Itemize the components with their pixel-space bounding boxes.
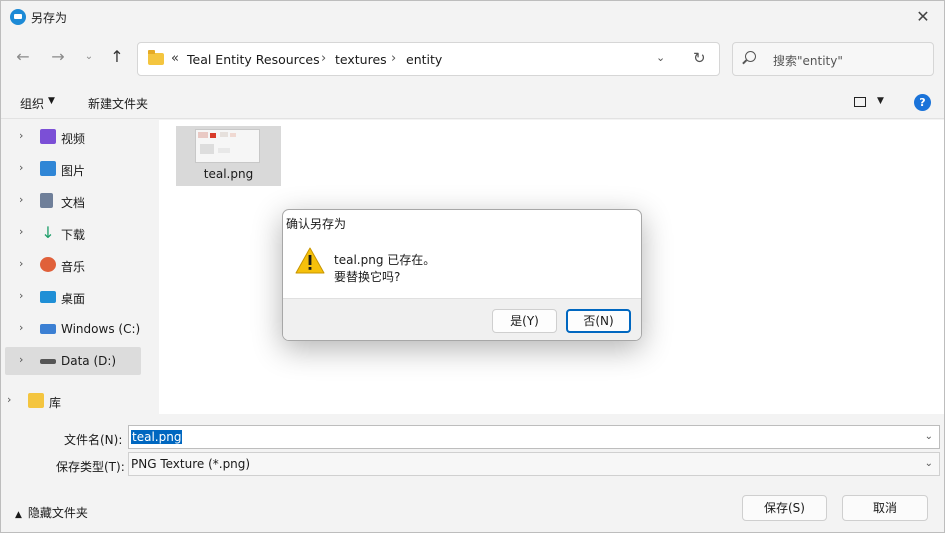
- breadcrumb-separator[interactable]: ›: [321, 51, 326, 66]
- sidebar-item-documents[interactable]: › 文档: [5, 187, 141, 215]
- chevron-right-icon[interactable]: ›: [19, 161, 23, 174]
- address-dropdown-icon[interactable]: ⌄: [656, 51, 665, 64]
- chevron-right-icon[interactable]: ›: [7, 393, 11, 406]
- dialog-button-bar: 是(Y) 否(N): [283, 298, 641, 340]
- music-icon: [40, 257, 56, 272]
- sidebar-item-videos[interactable]: › 视频: [5, 123, 141, 151]
- hide-folders-toggle[interactable]: ▲ 隐藏文件夹: [15, 504, 88, 521]
- chevron-right-icon[interactable]: ›: [19, 289, 23, 302]
- chevron-down-icon[interactable]: ⌄: [925, 458, 933, 469]
- file-item[interactable]: teal.png: [176, 126, 281, 186]
- window-title: 另存为: [31, 11, 68, 25]
- caret-down-icon: ▼: [48, 96, 55, 106]
- arrow-left-icon: ←: [16, 47, 30, 66]
- filetype-label: 保存类型(T):: [56, 460, 125, 474]
- breadcrumb-overflow[interactable]: «: [171, 51, 179, 66]
- cancel-button[interactable]: 取消: [842, 495, 928, 521]
- back-button[interactable]: ←: [11, 45, 35, 69]
- sidebar-item-label: 音乐: [61, 260, 86, 274]
- navigation-pane: › 视频 › 图片 › 文档 › ↓ 下载 › 音乐 › 桌面 › Window…: [1, 120, 157, 414]
- download-icon: ↓: [41, 223, 55, 242]
- desktop-icon: [40, 291, 56, 303]
- sidebar-item-pictures[interactable]: › 图片: [5, 155, 141, 183]
- navigation-bar: ← → ⌄ ↑ « Teal Entity Resources › textur…: [1, 33, 944, 85]
- arrow-up-icon: ↑: [110, 47, 124, 66]
- hide-folders-label: 隐藏文件夹: [27, 506, 88, 520]
- windows-drive-icon: [40, 324, 56, 334]
- recent-locations-button[interactable]: ⌄: [77, 45, 101, 69]
- sidebar-item-data-d[interactable]: › Data (D:): [5, 347, 141, 375]
- library-folder-icon: [28, 393, 44, 408]
- address-bar[interactable]: « Teal Entity Resources › textures › ent…: [137, 42, 720, 76]
- help-icon[interactable]: ?: [914, 94, 931, 111]
- breadcrumb-item[interactable]: entity: [406, 52, 442, 67]
- dialog-message: teal.png 已存在。: [334, 253, 436, 267]
- breadcrumb-separator[interactable]: ›: [391, 51, 396, 66]
- filename-label: 文件名(N):: [64, 433, 123, 447]
- sidebar-item-windows-c[interactable]: › Windows (C:): [5, 315, 141, 343]
- filename-field[interactable]: teal.png ⌄: [128, 425, 940, 449]
- filetype-select[interactable]: PNG Texture (*.png) ⌄: [128, 452, 940, 476]
- chevron-down-icon: ⌄: [84, 51, 94, 62]
- warning-icon: [295, 247, 325, 274]
- chevron-right-icon[interactable]: ›: [19, 257, 23, 270]
- filename-value[interactable]: teal.png: [131, 430, 183, 444]
- caret-up-icon: ▲: [15, 510, 22, 520]
- sidebar-item-label: 桌面: [61, 292, 86, 306]
- sidebar-item-label: Windows (C:): [61, 322, 141, 336]
- app-icon: [10, 9, 26, 25]
- sidebar-item-label: 视频: [61, 132, 86, 146]
- sidebar-item-label: Data (D:): [61, 354, 117, 368]
- refresh-icon[interactable]: ↻: [693, 49, 706, 67]
- arrow-right-icon: →: [51, 47, 65, 66]
- sidebar-item-desktop[interactable]: › 桌面: [5, 283, 141, 311]
- chevron-right-icon[interactable]: ›: [19, 225, 23, 238]
- drive-icon: [40, 359, 56, 364]
- video-icon: [40, 129, 56, 144]
- picture-icon: [40, 161, 56, 176]
- no-button[interactable]: 否(N): [566, 309, 631, 333]
- chevron-right-icon[interactable]: ›: [19, 353, 23, 366]
- search-box[interactable]: 搜索"entity": [732, 42, 934, 76]
- breadcrumb-item[interactable]: Teal Entity Resources: [187, 52, 320, 67]
- caret-down-icon[interactable]: ▼: [877, 96, 884, 106]
- sidebar-item-label: 下载: [61, 228, 86, 242]
- filetype-value: PNG Texture (*.png): [131, 457, 251, 471]
- view-mode-icon[interactable]: [854, 97, 866, 107]
- file-thumbnail: [195, 129, 260, 163]
- sidebar-item-downloads[interactable]: › ↓ 下载: [5, 219, 141, 247]
- file-name: teal.png: [203, 167, 254, 181]
- sidebar-item-label: 图片: [61, 164, 86, 178]
- new-folder-button[interactable]: 新建文件夹: [88, 95, 148, 112]
- chevron-right-icon[interactable]: ›: [19, 129, 23, 142]
- organize-button[interactable]: 组织: [20, 95, 44, 112]
- chevron-down-icon[interactable]: ⌄: [925, 431, 933, 442]
- sidebar-item-library[interactable]: › 库: [1, 387, 129, 414]
- search-icon: [745, 51, 756, 62]
- chevron-right-icon[interactable]: ›: [19, 321, 23, 334]
- sidebar-item-label: 文档: [61, 196, 86, 210]
- title-bar: 另存为 ✕: [1, 1, 944, 33]
- chevron-right-icon[interactable]: ›: [19, 193, 23, 206]
- breadcrumb-item[interactable]: textures: [335, 52, 387, 67]
- sidebar-item-label: 库: [49, 396, 62, 410]
- confirm-save-as-dialog: 确认另存为 teal.png 已存在。 要替换它吗? 是(Y) 否(N): [282, 209, 642, 341]
- forward-button[interactable]: →: [46, 45, 70, 69]
- up-button[interactable]: ↑: [105, 45, 129, 69]
- yes-button[interactable]: 是(Y): [492, 309, 557, 333]
- sidebar-item-music[interactable]: › 音乐: [5, 251, 141, 279]
- search-placeholder: 搜索"entity": [773, 54, 843, 68]
- document-icon: [40, 193, 53, 208]
- dialog-question: 要替换它吗?: [334, 270, 401, 284]
- close-icon[interactable]: ✕: [910, 5, 936, 29]
- dialog-title: 确认另存为: [286, 217, 347, 231]
- save-button[interactable]: 保存(S): [742, 495, 827, 521]
- save-options-pane: 文件名(N): teal.png ⌄ 保存类型(T): PNG Texture …: [1, 414, 944, 532]
- command-toolbar: 组织 ▼ 新建文件夹 ▼ ?: [1, 85, 944, 119]
- folder-icon: [148, 50, 164, 65]
